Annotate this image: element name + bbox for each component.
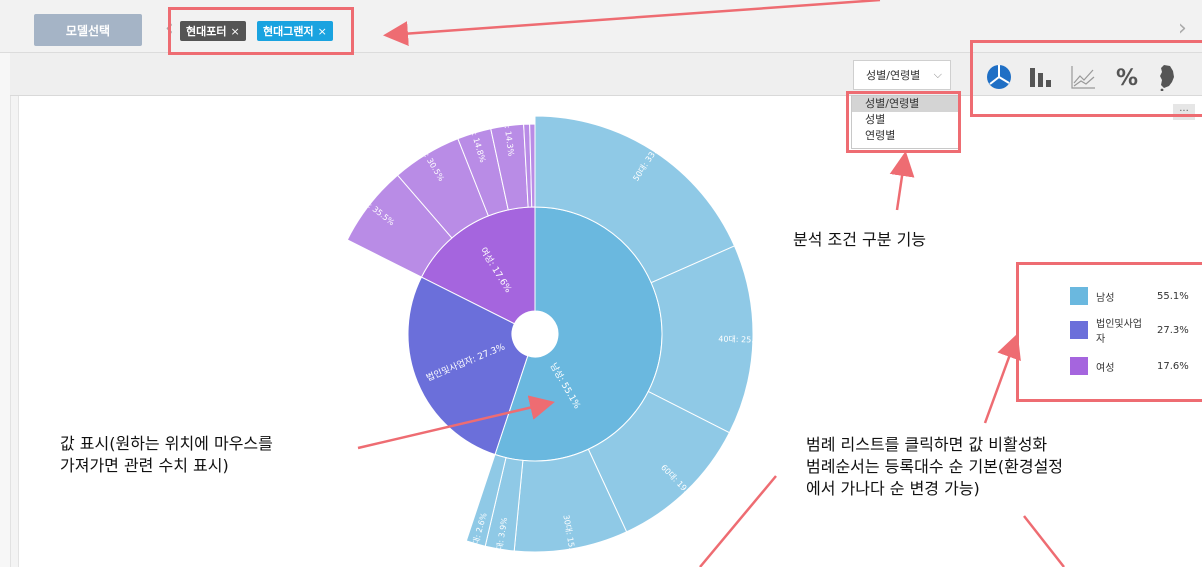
annotation-condition: 분석 조건 구분 기능	[793, 230, 927, 249]
annotation-legend-2: 범례순서는 등록대수 순 기본(환경설정	[806, 457, 1064, 476]
legend-label: 남성	[1096, 292, 1115, 304]
legend-value: 55.1%	[1157, 290, 1189, 302]
legend-swatch	[1070, 287, 1088, 305]
model-chip-grandeur: 현대그랜저 ×	[257, 21, 333, 41]
legend-swatch	[1070, 357, 1088, 375]
bar-chart-icon[interactable]	[1026, 62, 1056, 92]
korea-map-icon[interactable]	[1152, 62, 1182, 92]
select-value: 성별/연령별	[866, 69, 921, 82]
percent-icon[interactable]: %	[1112, 62, 1142, 92]
model-select-button[interactable]: 모델선택	[34, 14, 142, 46]
more-options-button[interactable]: ...	[1173, 104, 1195, 120]
chip-remove-icon[interactable]: ×	[318, 25, 327, 38]
annotation-value-display-1: 값 표시(원하는 위치에 마우스를	[60, 434, 273, 453]
annotation-legend-1: 범례 리스트를 클릭하면 값 비활성화	[806, 435, 1048, 454]
outer-slice-label: 40대: 25.6%	[718, 334, 767, 344]
line-chart-icon[interactable]	[1068, 62, 1098, 92]
legend-label: 여성	[1096, 362, 1115, 374]
model-chip-porter: 현대포터 ×	[180, 21, 246, 41]
dropdown-option[interactable]: 성별	[852, 112, 958, 128]
analysis-condition-select[interactable]: 성별/연령별 ⌵	[853, 60, 951, 90]
dropdown-option[interactable]: 연령별	[852, 128, 958, 144]
legend-item-corporate[interactable]: 법인및사업자 27.3%	[1070, 319, 1200, 345]
legend-value: 17.6%	[1157, 360, 1189, 372]
next-arrow-icon[interactable]: ›	[1178, 16, 1192, 44]
dropdown-option[interactable]: 성별/연령별	[852, 96, 958, 112]
chip-label: 현대그랜저	[263, 25, 314, 38]
legend-item-female[interactable]: 여성 17.6%	[1070, 357, 1200, 375]
annotation-value-display-2: 가져가면 관련 수치 표시)	[60, 456, 229, 475]
annotation-legend-3: 에서 가나다 순 변경 가능)	[806, 479, 980, 498]
legend-label: 법인및사업자	[1096, 319, 1142, 345]
legend-item-male[interactable]: 남성 55.1%	[1070, 287, 1200, 305]
chip-remove-icon[interactable]: ×	[230, 25, 239, 38]
sunburst-chart: 50대: 33.4%40대: 25.6%60대: 19.3%30대: 15.3%…	[346, 108, 767, 563]
legend-value: 27.3%	[1157, 324, 1189, 336]
legend-swatch	[1070, 321, 1088, 339]
chart-control-bar	[10, 53, 1202, 96]
chevron-down-icon: ⌵	[933, 68, 942, 81]
chip-label: 현대포터	[186, 25, 227, 38]
prev-arrow-icon[interactable]: ‹	[165, 16, 179, 44]
pie-chart-icon[interactable]	[984, 62, 1014, 92]
svg-text:%: %	[1116, 66, 1138, 91]
condition-dropdown: 성별/연령별 성별 연령별	[851, 95, 959, 149]
